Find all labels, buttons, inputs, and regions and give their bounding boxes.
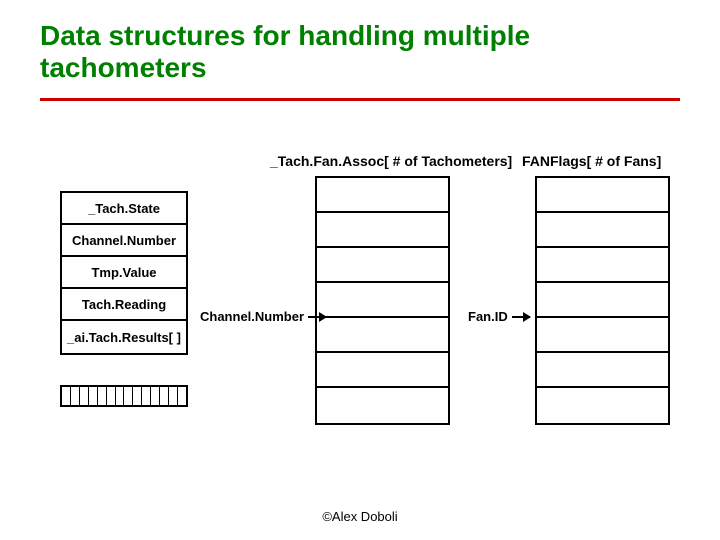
array-cell <box>317 213 448 248</box>
slide-title: Data structures for handling multiple ta… <box>40 20 680 84</box>
array-cell <box>537 388 668 423</box>
tach-array <box>315 176 450 425</box>
array-cell <box>317 283 448 318</box>
diagram-area: _Tach.State Channel.Number Tmp.Value Tac… <box>40 161 680 491</box>
title-underline <box>40 98 680 101</box>
array-cell <box>317 388 448 423</box>
struct-field: Channel.Number <box>62 225 186 257</box>
struct-field: _Tach.State <box>62 193 186 225</box>
struct-field: Tmp.Value <box>62 257 186 289</box>
pointer-label: Fan.ID <box>468 309 508 324</box>
tach-struct: _Tach.State Channel.Number Tmp.Value Tac… <box>60 191 188 355</box>
array-cell <box>317 248 448 283</box>
results-array <box>60 385 188 407</box>
array-cell <box>317 178 448 213</box>
fan-array <box>535 176 670 425</box>
struct-field: _ai.Tach.Results[ ] <box>62 321 186 353</box>
array-cell <box>537 318 668 353</box>
array-cell <box>317 318 448 353</box>
channel-number-pointer: Channel.Number <box>200 309 326 324</box>
array-cell <box>537 283 668 318</box>
struct-field: Tach.Reading <box>62 289 186 321</box>
tach-array-header: _Tach.Fan.Assoc[ # of Tachometers] <box>270 153 512 169</box>
fan-id-pointer: Fan.ID <box>468 309 530 324</box>
array-cell <box>537 178 668 213</box>
fan-array-header: FANFlags[ # of Fans] <box>522 153 661 169</box>
array-cell <box>537 248 668 283</box>
array-cell <box>537 213 668 248</box>
array-cell <box>537 353 668 388</box>
footer-copyright: ©Alex Doboli <box>0 509 720 524</box>
pointer-label: Channel.Number <box>200 309 304 324</box>
array-cell <box>317 353 448 388</box>
